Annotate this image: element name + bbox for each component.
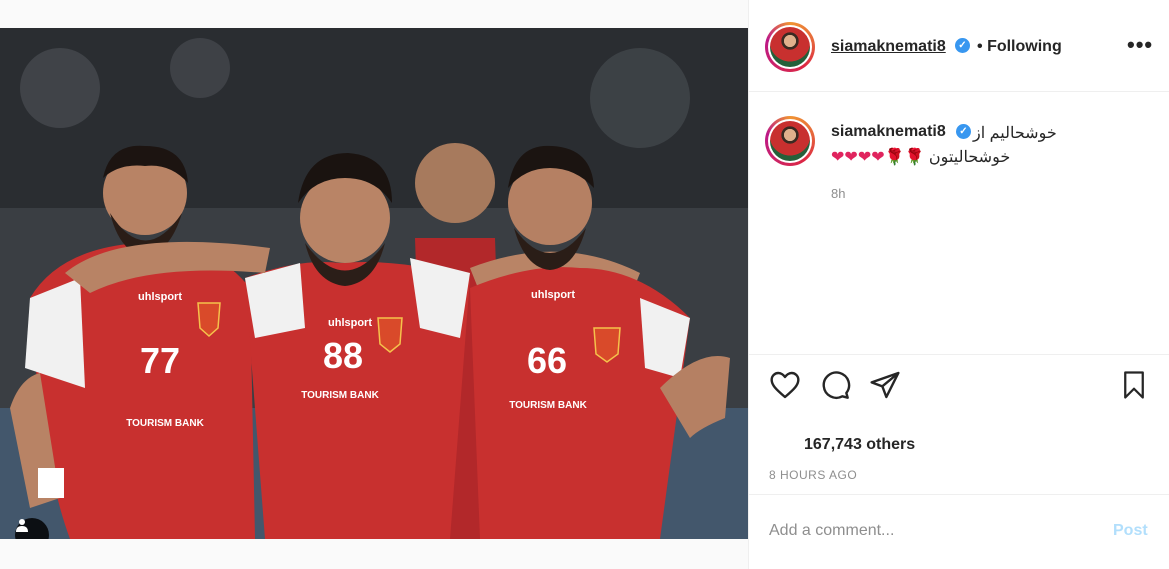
action-bar [749, 354, 1169, 399]
author-username-link[interactable]: siamaknemati8 [831, 38, 946, 56]
jersey-brand-77: uhlsport [138, 291, 182, 303]
author-avatar[interactable] [765, 22, 815, 72]
caption-timestamp[interactable]: 8h [831, 186, 845, 201]
comment-icon[interactable] [819, 369, 851, 401]
heart-emoji: ❤ [831, 149, 845, 166]
comment-input[interactable] [769, 522, 1089, 540]
rose-emoji: 🌹 [904, 149, 925, 166]
comment-bar: Post [749, 494, 1169, 569]
heart-emoji: ❤ [857, 149, 872, 166]
like-heart-icon[interactable] [769, 369, 801, 401]
post-header: siamaknemati8 ✓ • Following ••• [749, 0, 1169, 92]
backdrop-bottom [0, 539, 748, 569]
rose-emoji: 🌹 [884, 149, 905, 166]
post-side-panel: siamaknemati8 ✓ • Following ••• siamakne… [748, 0, 1169, 569]
caption-author-avatar[interactable] [765, 116, 815, 166]
following-status-button[interactable]: • Following [977, 38, 1062, 56]
post-time-ago[interactable]: 8 HOURS AGO [769, 468, 857, 482]
jersey-sponsor-77: TOURISM BANK [126, 418, 204, 429]
backdrop-top [0, 0, 748, 28]
following-label: Following [987, 38, 1062, 55]
caption-verified-badge-icon: ✓ [956, 124, 971, 139]
likes-count[interactable]: 167,743 others [804, 436, 915, 454]
jersey-number-88: 88 [323, 335, 363, 376]
post-photo[interactable]: uhlsport 77 TOURISM BANK uhlsport 88 TOU… [0, 28, 748, 539]
caption-line-1: خوشحالیم از [973, 125, 1057, 142]
person-icon [16, 519, 28, 532]
more-options-icon[interactable]: ••• [1127, 32, 1153, 58]
jersey-sponsor-66: TOURISM BANK [509, 400, 587, 411]
caption-line-2-text: خوشحالیتون [928, 149, 1011, 166]
caption-line-2: ❤❤❤❤🌹🌹 خوشحالیتون [831, 147, 1010, 167]
jersey-number-77: 77 [140, 340, 180, 381]
post-comment-button[interactable]: Post [1113, 522, 1148, 540]
heart-emoji: ❤ [871, 149, 885, 166]
jersey-brand-88: uhlsport [328, 317, 372, 329]
jersey-sponsor-88: TOURISM BANK [301, 390, 379, 401]
jersey-brand-66: uhlsport [531, 289, 575, 301]
heart-emoji: ❤ [844, 149, 858, 166]
separator-dot: • [977, 38, 983, 55]
post-dialog: uhlsport 77 TOURISM BANK uhlsport 88 TOU… [0, 0, 1169, 569]
jersey-number-66: 66 [527, 340, 567, 381]
caption-username-link[interactable]: siamaknemati8 [831, 123, 946, 141]
verified-badge-icon: ✓ [955, 38, 970, 53]
photo-illustration: uhlsport 77 TOURISM BANK uhlsport 88 TOU… [0, 28, 748, 539]
share-send-icon[interactable] [869, 369, 901, 401]
save-bookmark-icon[interactable] [1119, 369, 1149, 401]
